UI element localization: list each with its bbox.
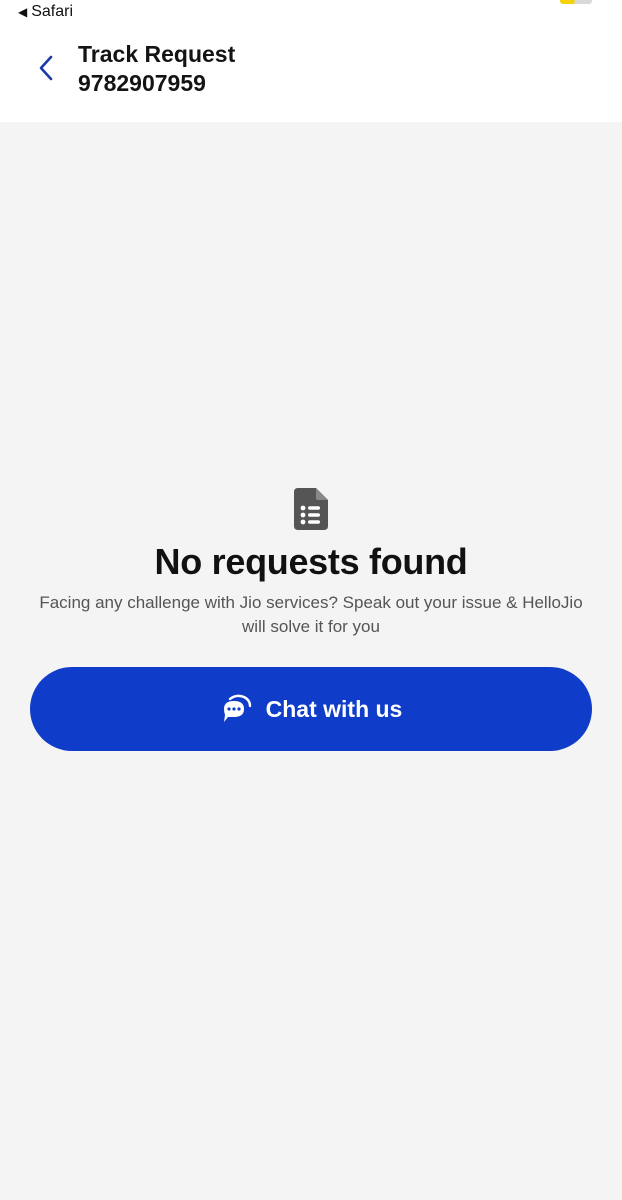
triangle-left-icon: ◀ (18, 5, 28, 19)
empty-state-description: Facing any challenge with Jio services? … (39, 593, 583, 636)
chevron-left-icon (39, 55, 53, 81)
back-button[interactable] (28, 48, 64, 88)
chat-with-us-button[interactable]: Chat with us (30, 667, 592, 751)
back-to-app-label: Safari (31, 3, 74, 20)
chat-bubble-icon (223, 694, 251, 722)
status-bar: ◀ Safari (0, 0, 622, 24)
page-title: Track Request (78, 41, 236, 67)
document-list-icon (294, 488, 328, 530)
header: Track Request 9782907959 (0, 24, 622, 122)
phone-number: 9782907959 (78, 70, 206, 96)
empty-state-title: No requests found (154, 541, 468, 582)
empty-state: No requests found Facing any challenge w… (0, 488, 622, 639)
chat-button-label: Chat with us (265, 695, 403, 722)
battery-icon (560, 0, 592, 4)
back-to-app-link[interactable]: ◀ Safari (18, 3, 73, 21)
